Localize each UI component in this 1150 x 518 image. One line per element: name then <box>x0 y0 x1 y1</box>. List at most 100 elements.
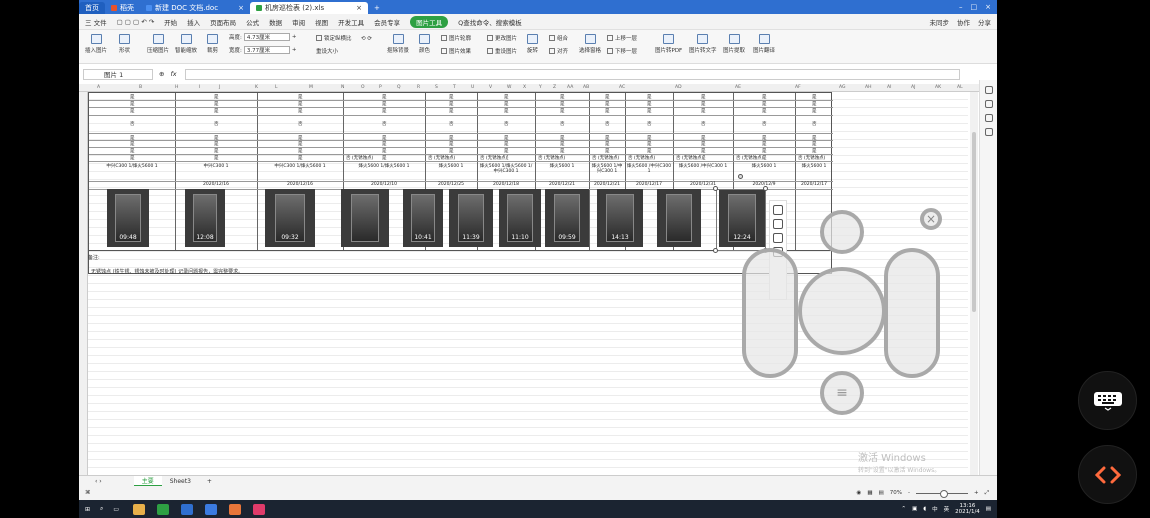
zoom-in-button[interactable]: + <box>974 490 979 496</box>
check-cell[interactable]: 是 <box>214 141 219 147</box>
help-icon[interactable] <box>984 128 993 136</box>
page-view-icon[interactable]: ▤ <box>879 490 884 496</box>
check-cell[interactable]: 是 <box>449 148 454 154</box>
minimize-icon[interactable]: – <box>959 3 963 11</box>
pic-translate-button[interactable]: 图片翻译 <box>753 34 775 54</box>
column-header[interactable]: Q <box>397 85 401 90</box>
check-cell[interactable]: 是 <box>762 141 767 147</box>
inspection-photo[interactable] <box>341 189 389 247</box>
column-header[interactable]: K <box>255 85 258 90</box>
check-cell[interactable]: 否 <box>449 121 454 127</box>
column-header[interactable]: AI <box>887 85 891 90</box>
check-cell[interactable]: 是 <box>605 101 610 107</box>
check-cell[interactable]: 是 <box>647 101 652 107</box>
column-header[interactable]: AF <box>795 85 801 90</box>
menu-item-review[interactable]: 审阅 <box>292 17 305 27</box>
width-input[interactable]: 3.77厘米 <box>243 46 290 54</box>
check-cell[interactable]: 是 <box>560 101 565 107</box>
column-header[interactable]: Z <box>553 85 556 90</box>
column-header[interactable]: N <box>341 85 344 90</box>
tab-docer[interactable]: 稻壳 <box>105 2 140 14</box>
volume-icon[interactable]: ◖ <box>923 506 926 512</box>
column-header[interactable]: H <box>175 85 178 90</box>
maximize-icon[interactable]: □ <box>971 3 978 11</box>
sync-status[interactable]: 未同步 <box>930 17 950 27</box>
close-icon[interactable]: × <box>356 4 362 12</box>
check-cell[interactable]: 是 <box>449 108 454 114</box>
check-cell[interactable]: 是 <box>382 108 387 114</box>
rotate-button[interactable]: 旋转 <box>527 34 538 54</box>
send-backward-button[interactable]: 下移一层 <box>607 47 637 55</box>
fullscreen-icon[interactable]: ⤢ <box>985 490 989 497</box>
sheet-tab-main[interactable]: 主要 <box>133 476 162 486</box>
rust-check-cell[interactable]: 否 (无锈蚀点) <box>428 155 456 161</box>
check-cell[interactable]: 是 <box>449 141 454 147</box>
device-model-cell[interactable]: 烽火5600 1 <box>426 164 476 169</box>
inspection-date-cell[interactable]: 2020/12/17 <box>796 182 832 187</box>
word-icon[interactable] <box>181 503 194 515</box>
column-header[interactable]: AA <box>567 85 573 90</box>
column-header[interactable]: B <box>139 85 142 90</box>
tab-home[interactable]: 首页 <box>79 2 105 14</box>
change-picture-button[interactable]: 更改图片 <box>487 34 517 42</box>
rust-check-cell[interactable]: 否 (无锈蚀点) <box>736 155 764 161</box>
overlay-menu-icon[interactable]: ≡ <box>820 371 864 415</box>
check-cell[interactable]: 是 <box>130 101 135 107</box>
check-cell[interactable]: 是 <box>762 101 767 107</box>
column-header[interactable]: AL <box>957 85 963 90</box>
device-model-cell[interactable]: 烽火5600 1 <box>796 164 832 169</box>
inspection-photo[interactable]: 14:13 <box>597 189 643 247</box>
pointer-icon[interactable] <box>984 86 993 94</box>
check-cell[interactable]: 否 <box>130 121 135 127</box>
column-header[interactable]: AC <box>619 85 625 90</box>
sheet-tab-sheet3[interactable]: Sheet3 <box>162 476 199 486</box>
height-stepper[interactable]: + <box>292 34 297 40</box>
device-model-cell[interactable]: 烽火5600 /中兴C300 1 <box>674 164 732 169</box>
formula-input[interactable] <box>184 68 960 80</box>
selected-image-frame[interactable] <box>716 189 766 251</box>
column-header[interactable]: L <box>275 85 278 90</box>
menu-item-formula[interactable]: 公式 <box>246 17 259 27</box>
column-header[interactable]: A <box>97 85 100 90</box>
inspection-photo[interactable]: 09:48 <box>107 189 149 247</box>
check-cell[interactable]: 是 <box>130 141 135 147</box>
check-cell[interactable]: 是 <box>214 94 219 100</box>
shape-button[interactable]: 形状 <box>119 34 130 54</box>
file-menu[interactable]: 三 文件 <box>85 17 107 27</box>
check-cell[interactable]: 是 <box>298 155 303 161</box>
overlay-joystick[interactable] <box>798 267 886 355</box>
menu-item-insert[interactable]: 插入 <box>187 17 200 27</box>
compress-button[interactable]: 压缩图片 <box>147 34 169 54</box>
menu-item-picture-tools[interactable]: 图片工具 <box>410 15 449 28</box>
column-header[interactable]: W <box>507 85 511 90</box>
code-toggle-button[interactable] <box>1078 445 1137 504</box>
inspection-date-cell[interactable]: 2020/12/17 <box>626 182 672 187</box>
column-header[interactable]: U <box>471 85 474 90</box>
tab-doc-file[interactable]: 新建 DOC 文档.doc × <box>140 2 250 14</box>
lock-ratio-checkbox[interactable]: 锁定纵横比 <box>316 34 352 42</box>
rotate-handle[interactable] <box>738 174 743 179</box>
check-cell[interactable]: 是 <box>298 94 303 100</box>
device-model-cell[interactable]: 烽火5600 1 <box>734 164 794 169</box>
check-cell[interactable]: 是 <box>701 141 706 147</box>
column-header[interactable]: AJ <box>911 85 915 90</box>
column-header[interactable]: AH <box>865 85 871 90</box>
align-button[interactable]: 对齐 <box>549 47 568 55</box>
column-header[interactable]: AK <box>935 85 941 90</box>
check-cell[interactable]: 是 <box>504 94 509 100</box>
inspection-photo[interactable]: 11:10 <box>499 189 541 247</box>
file-explorer-icon[interactable] <box>133 503 146 515</box>
check-cell[interactable]: 否 <box>605 121 610 127</box>
menu-item-data[interactable]: 数据 <box>269 17 282 27</box>
search-icon[interactable]: ⌕ <box>100 505 103 513</box>
check-cell[interactable]: 否 <box>762 121 767 127</box>
overlay-right-pad[interactable] <box>884 248 940 378</box>
insert-picture-button[interactable]: 插入图片 <box>85 34 107 54</box>
column-header[interactable]: AD <box>675 85 682 90</box>
check-cell[interactable]: 是 <box>762 108 767 114</box>
name-box[interactable]: 图片 1 <box>83 68 153 80</box>
add-sheet-button[interactable]: + <box>199 476 220 486</box>
column-header[interactable]: Y <box>539 85 542 90</box>
app2-icon[interactable] <box>229 503 242 515</box>
check-cell[interactable]: 是 <box>382 141 387 147</box>
